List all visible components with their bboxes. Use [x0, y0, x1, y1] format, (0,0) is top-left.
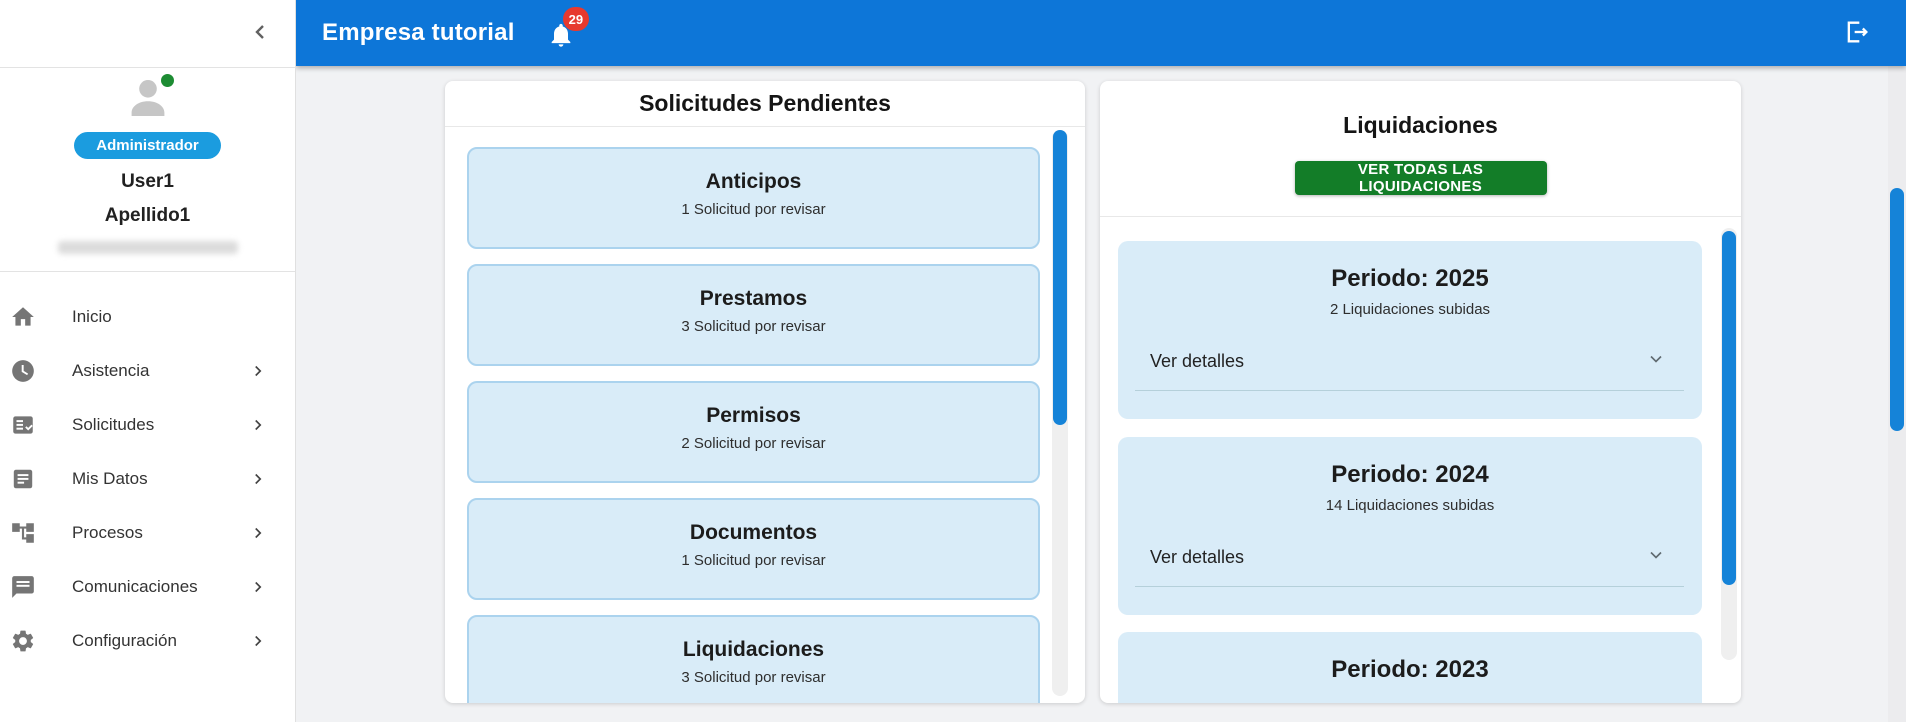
period-title: Periodo: 2025: [1331, 265, 1489, 292]
topbar: Empresa tutorial 29: [296, 0, 1906, 66]
sidebar-item-inicio[interactable]: Inicio: [0, 290, 295, 344]
document-icon: [10, 466, 36, 492]
period-title: Periodo: 2023: [1331, 656, 1489, 683]
online-status-dot: [160, 74, 174, 87]
card-title: Solicitudes Pendientes: [639, 90, 891, 116]
bell-icon: [547, 23, 575, 53]
chevron-right-icon: [249, 470, 267, 488]
sidebar-nav: Inicio Asistencia Solicitudes Mis Datos …: [0, 272, 295, 668]
view-all-liquidaciones-button[interactable]: VER TODAS LAS LIQUIDACIONES: [1294, 161, 1547, 195]
divider: [1100, 216, 1741, 217]
sidebar-item-configuracion[interactable]: Configuración: [0, 614, 295, 668]
logout-button[interactable]: [1842, 18, 1872, 48]
collapse-sidebar-button[interactable]: [247, 20, 273, 46]
sidebar-item-label: Mis Datos: [72, 469, 148, 488]
divider: [1135, 586, 1684, 587]
chevron-down-icon: [1646, 349, 1666, 374]
sidebar-item-mis-datos[interactable]: Mis Datos: [0, 452, 295, 506]
pending-requests-card: Solicitudes Pendientes Anticipos 1 Solic…: [445, 81, 1085, 703]
period-subtitle: 14 Liquidaciones subidas: [1325, 497, 1495, 514]
pending-item-documentos[interactable]: Documentos 1 Solicitud por revisar: [467, 498, 1040, 600]
sidebar-item-label: Configuración: [72, 631, 177, 650]
hierarchy-icon: [10, 520, 36, 546]
period-details-toggle[interactable]: Ver detalles: [1150, 349, 1666, 374]
role-badge: Administrador: [74, 132, 221, 159]
notifications-button[interactable]: 29: [547, 7, 590, 53]
chevron-right-icon: [249, 524, 267, 542]
sidebar-item-label: Inicio: [72, 307, 112, 326]
pending-item-title: Permisos: [706, 404, 801, 427]
home-icon: [10, 304, 36, 330]
chevron-right-icon: [249, 362, 267, 380]
user-first-name: User1: [121, 171, 174, 192]
user-profile: Administrador User1 Apellido1: [0, 68, 295, 272]
sidebar-item-solicitudes[interactable]: Solicitudes: [0, 398, 295, 452]
pending-item-prestamos[interactable]: Prestamos 3 Solicitud por revisar: [467, 264, 1040, 366]
details-label: Ver detalles: [1150, 351, 1245, 371]
period-subtitle: 2 Liquidaciones subidas: [1329, 301, 1491, 318]
liquidaciones-card-scrollbar-thumb[interactable]: [1722, 231, 1736, 585]
sidebar-item-comunicaciones[interactable]: Comunicaciones: [0, 560, 295, 614]
sidebar-header: [0, 0, 295, 68]
list-check-icon: [10, 412, 36, 438]
sidebar-item-procesos[interactable]: Procesos: [0, 506, 295, 560]
period-item-2023[interactable]: Periodo: 2023: [1118, 632, 1702, 703]
avatar: [122, 74, 174, 122]
period-item-2024[interactable]: Periodo: 2024 14 Liquidaciones subidas V…: [1118, 437, 1702, 615]
details-label: Ver detalles: [1150, 547, 1245, 567]
period-item-2025[interactable]: Periodo: 2025 2 Liquidaciones subidas Ve…: [1118, 241, 1702, 419]
logout-icon: [1843, 21, 1871, 49]
gear-icon: [10, 628, 36, 654]
sidebar-item-label: Comunicaciones: [72, 577, 198, 596]
pending-item-liquidaciones[interactable]: Liquidaciones 3 Solicitud por revisar: [467, 615, 1040, 703]
pending-item-anticipos[interactable]: Anticipos 1 Solicitud por revisar: [467, 147, 1040, 249]
user-last-name: Apellido1: [104, 205, 191, 226]
pending-item-subtitle: 2 Solicitud por revisar: [681, 435, 826, 452]
pending-item-permisos[interactable]: Permisos 2 Solicitud por revisar: [467, 381, 1040, 483]
clock-icon: [10, 358, 36, 384]
divider: [445, 126, 1085, 127]
sidebar-item-asistencia[interactable]: Asistencia: [0, 344, 295, 398]
page-scrollbar-thumb[interactable]: [1890, 188, 1904, 431]
chevron-right-icon: [249, 632, 267, 650]
sidebar-item-label: Solicitudes: [72, 415, 155, 434]
chevron-right-icon: [249, 416, 267, 434]
chevron-right-icon: [249, 578, 267, 596]
pending-item-title: Liquidaciones: [682, 638, 825, 661]
user-email-redacted: [57, 241, 238, 254]
sidebar-item-label: Asistencia: [72, 361, 150, 380]
app-screen: Empresa tutorial 29 Administrador User1 …: [0, 0, 1906, 722]
chevron-down-icon: [1646, 545, 1666, 570]
period-title: Periodo: 2024: [1331, 461, 1489, 488]
sidebar: Administrador User1 Apellido1 Inicio Asi…: [0, 0, 296, 722]
sidebar-item-label: Procesos: [72, 523, 143, 542]
card-title: Liquidaciones: [1343, 112, 1498, 138]
chat-icon: [10, 574, 36, 600]
pending-item-subtitle: 3 Solicitud por revisar: [681, 669, 826, 686]
pending-item-subtitle: 1 Solicitud por revisar: [681, 201, 826, 218]
notification-badge: 29: [562, 7, 590, 31]
pending-item-subtitle: 1 Solicitud por revisar: [681, 552, 826, 569]
pending-item-subtitle: 3 Solicitud por revisar: [681, 318, 826, 335]
pending-card-scrollbar-thumb[interactable]: [1053, 130, 1067, 425]
liquidaciones-card: Liquidaciones VER TODAS LAS LIQUIDACIONE…: [1100, 81, 1741, 703]
pending-item-title: Documentos: [689, 521, 818, 544]
pending-item-title: Anticipos: [705, 170, 802, 193]
divider: [1135, 390, 1684, 391]
chevron-left-icon: [248, 25, 272, 47]
company-title: Empresa tutorial: [322, 19, 515, 46]
period-details-toggle[interactable]: Ver detalles: [1150, 545, 1666, 570]
pending-item-title: Prestamos: [699, 287, 808, 310]
